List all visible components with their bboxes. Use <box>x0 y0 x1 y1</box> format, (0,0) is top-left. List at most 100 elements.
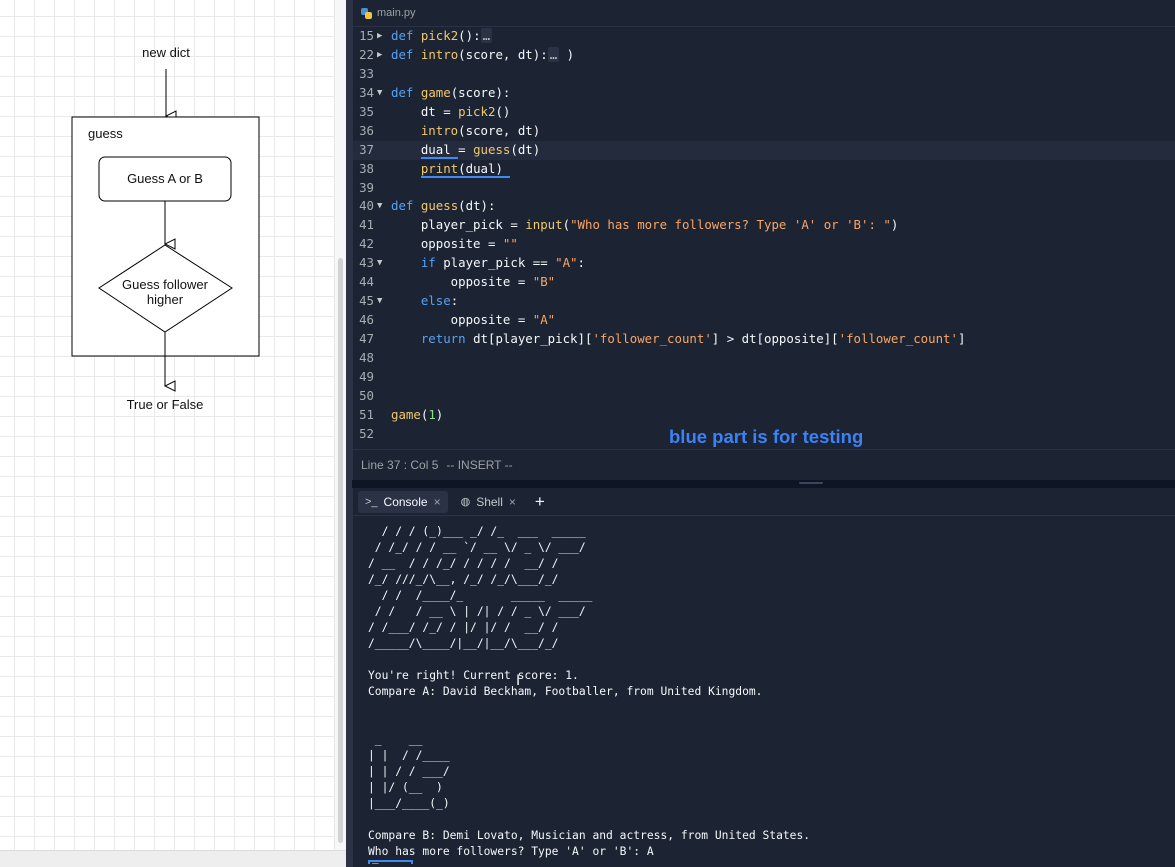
add-tab-button[interactable]: + <box>529 492 551 512</box>
decision-label-line1: Guess follower <box>122 277 209 292</box>
scrollbar-thumb[interactable] <box>338 258 343 843</box>
console-result-line: True <box>368 860 1168 864</box>
output-label[interactable]: True or False <box>127 397 204 412</box>
tab-shell[interactable]: ◍ Shell × <box>454 491 523 513</box>
close-icon[interactable]: × <box>434 495 441 509</box>
code-text[interactable]: def guess(dt): <box>391 197 495 216</box>
file-tab[interactable]: main.py <box>361 7 416 19</box>
code-text[interactable]: dual = guess(dt) <box>391 141 540 160</box>
line-number: 43 <box>359 255 374 271</box>
expand-fold-icon[interactable]: ▶ <box>377 27 387 46</box>
line-number: 41 <box>359 217 374 233</box>
code-line[interactable]: 35 dt = pick2() <box>353 103 1175 122</box>
code-line[interactable]: 51 game(1) <box>353 406 1175 425</box>
line-number: 40 <box>359 198 374 214</box>
code-line[interactable]: 39 <box>353 179 1175 198</box>
input-label[interactable]: new dict <box>142 45 190 60</box>
code-text[interactable]: print(dual) <box>391 160 511 179</box>
container-label: guess <box>88 126 123 141</box>
code-text[interactable]: if player_pick == "A": <box>391 254 585 273</box>
code-text[interactable]: dt = pick2() <box>391 103 511 122</box>
collapse-fold-icon[interactable]: ▼ <box>377 292 387 311</box>
line-number: 48 <box>359 349 374 365</box>
line-number: 51 <box>359 406 374 422</box>
line-number: 47 <box>359 331 374 346</box>
close-icon[interactable]: × <box>509 495 516 509</box>
editor-mode: -- INSERT -- <box>446 457 513 472</box>
code-line[interactable]: 36 intro(score, dt) <box>353 122 1175 141</box>
code-line[interactable]: 38 print(dual) <box>353 160 1175 179</box>
line-number: 45 <box>359 293 374 309</box>
code-text[interactable]: def pick2():… <box>391 27 493 46</box>
line-number: 39 <box>359 179 374 195</box>
console-line: You're right! Current score: 1. <box>368 669 579 682</box>
horizontal-splitter[interactable] <box>352 480 1175 488</box>
code-line[interactable]: 44 opposite = "B" <box>353 273 1175 292</box>
flowchart-canvas[interactable]: new dict guess Guess A or B Guess follow… <box>0 0 346 867</box>
code-line[interactable]: 22 ▶ def intro(score, dt):… ) <box>353 46 1175 65</box>
console-tab-bar: >_ Console × ◍ Shell × + <box>353 488 1175 516</box>
code-text[interactable]: else: <box>391 292 458 311</box>
horizontal-scrollbar[interactable] <box>0 850 346 867</box>
code-text[interactable]: opposite = "B" <box>391 273 555 292</box>
console-panel[interactable]: >_ Console × ◍ Shell × + / / / (_)___ _/… <box>352 488 1175 867</box>
line-number: 15 <box>359 28 374 43</box>
code-line[interactable]: 37 dual = guess(dt) <box>353 140 1175 160</box>
code-lines[interactable]: 15 ▶ def pick2():… 22 ▶ def intro(score, dt):… <box>353 27 1175 444</box>
code-editor[interactable]: main.py 15 ▶ def pick2():… 22 ▶ def intro(sco… <box>352 0 1175 480</box>
code-line[interactable]: 49 <box>353 368 1175 387</box>
code-text[interactable]: opposite = "" <box>391 235 518 254</box>
console-line: / / /____/_ _____ _____ <box>368 589 593 602</box>
code-line[interactable]: 40 ▼ def guess(dt): <box>353 197 1175 216</box>
line-number: 22 <box>359 46 374 62</box>
splitter-handle[interactable] <box>799 482 823 484</box>
decision-label-line2: higher <box>147 292 184 307</box>
console-output[interactable]: / / / (_)___ _/ /_ ___ _____ / /_/ / / _… <box>368 524 1168 864</box>
code-line[interactable]: 33 <box>353 65 1175 84</box>
editor-status-bar: Line 37 : Col 5 -- INSERT -- <box>353 449 1175 479</box>
code-line[interactable]: 48 <box>353 349 1175 368</box>
code-text[interactable]: def intro(score, dt):… ) <box>391 46 574 65</box>
line-number: 50 <box>359 387 374 403</box>
code-text[interactable]: def game(score): <box>391 84 510 103</box>
tab-console[interactable]: >_ Console × <box>358 490 448 513</box>
collapse-fold-icon[interactable]: ▼ <box>377 197 387 216</box>
console-line: / / / (_)___ _/ /_ ___ _____ <box>368 525 586 538</box>
editor-tab-bar: main.py <box>353 0 1175 27</box>
code-line[interactable]: 42 opposite = "" <box>353 235 1175 254</box>
code-text[interactable]: return dt[player_pick]['follower_count']… <box>391 330 966 349</box>
code-line[interactable]: 45 ▼ else: <box>353 292 1175 311</box>
console-line: / __ / / /_/ / / / / __/ / <box>368 557 559 570</box>
line-number: 44 <box>359 274 374 290</box>
collapse-fold-icon[interactable]: ▼ <box>377 254 387 273</box>
shell-icon: ◍ <box>460 496 471 508</box>
console-line: | | / /____ <box>368 749 450 762</box>
guess-box-label: Guess A or B <box>127 171 203 186</box>
expand-fold-icon[interactable]: ▶ <box>377 46 387 65</box>
code-text[interactable]: player_pick = input("Who has more follow… <box>391 216 898 235</box>
python-file-icon <box>361 7 372 19</box>
code-line[interactable]: 47 return dt[player_pick]['follower_coun… <box>353 330 1175 349</box>
console-line: Compare A: David Beckham, Footballer, fr… <box>368 685 763 698</box>
code-text[interactable]: opposite = "A" <box>391 311 555 330</box>
console-line: | |/ (__ ) <box>368 781 443 794</box>
tab-shell-label: Shell <box>476 494 503 509</box>
code-text[interactable]: intro(score, dt) <box>391 122 540 141</box>
code-line[interactable]: 15 ▶ def pick2():… <box>353 27 1175 46</box>
line-number: 49 <box>359 368 374 384</box>
line-number: 52 <box>359 425 374 441</box>
code-line[interactable]: 43 ▼ if player_pick == "A": <box>353 254 1175 273</box>
code-line[interactable]: 34 ▼ def game(score): <box>353 84 1175 103</box>
code-line[interactable]: 46 opposite = "A" <box>353 311 1175 330</box>
code-line[interactable]: 41 player_pick = input("Who has more fol… <box>353 216 1175 235</box>
console-line: / /_/ / / __ `/ __ \/ _ \/ ___/ <box>368 541 586 554</box>
cursor-position: Line 37 : Col 5 <box>361 457 439 472</box>
code-line[interactable]: 50 <box>353 387 1175 406</box>
console-line: | | / / ___/ <box>368 765 450 778</box>
code-text[interactable]: game(1) <box>391 406 443 425</box>
console-line: /_____/\____/|__/|__/\___/_/ <box>368 637 559 650</box>
collapse-fold-icon[interactable]: ▼ <box>377 84 387 103</box>
terminal-icon: >_ <box>365 495 378 508</box>
